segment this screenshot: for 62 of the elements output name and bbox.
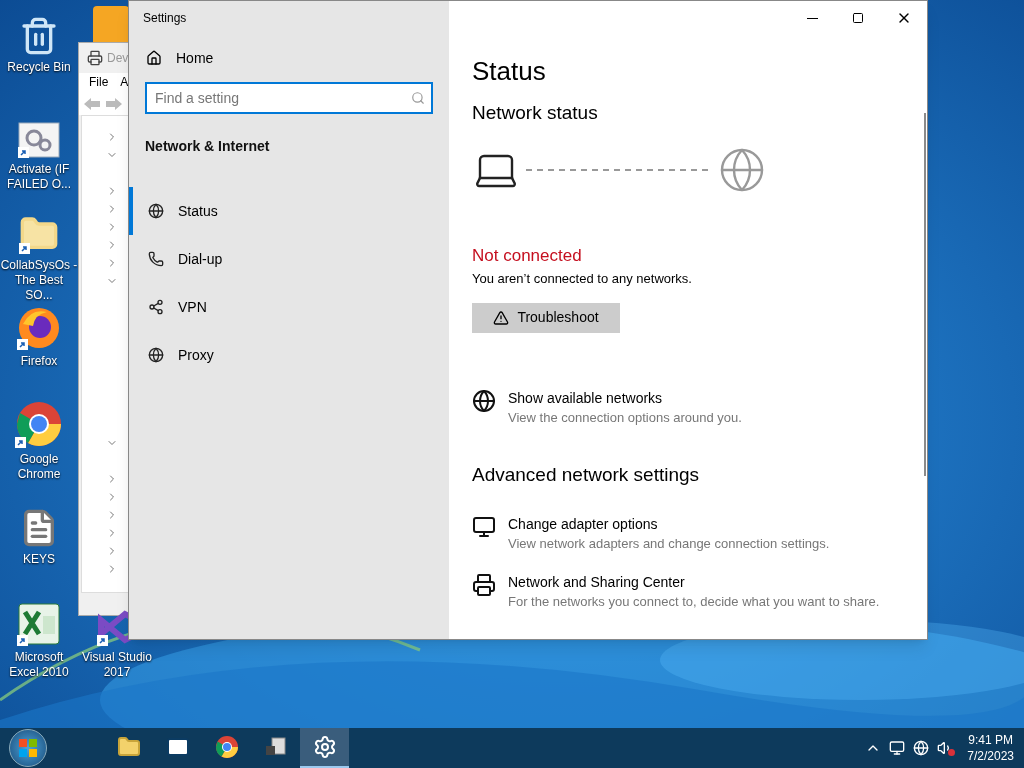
printer-icon	[472, 572, 496, 597]
chrome-icon	[214, 735, 239, 759]
globe-icon	[718, 146, 766, 194]
page-title: Status	[472, 55, 547, 87]
search-icon	[411, 91, 425, 105]
phone-icon	[148, 251, 164, 267]
desktop-icon-label[interactable]: Visual Studio 2017	[78, 650, 156, 680]
home-icon	[146, 50, 162, 66]
window-title: Settings	[142, 10, 188, 27]
globe-icon	[472, 388, 496, 413]
start-button[interactable]	[9, 729, 47, 767]
nav-item[interactable]: Dial-up	[129, 235, 449, 283]
settings-link[interactable]: Show available networks	[508, 388, 742, 408]
globe-icon	[148, 203, 164, 219]
mail-icon	[165, 735, 190, 759]
desktop-icon-label[interactable]: CollabSysOs - The Best SO...	[0, 258, 78, 303]
connection-description: You aren’t connected to any networks.	[472, 270, 693, 288]
clock-time[interactable]: 9:41 PM	[968, 732, 1013, 748]
warning-icon	[493, 309, 510, 326]
scrollbar[interactable]	[924, 113, 926, 476]
monitor-icon	[472, 514, 496, 539]
nav-item[interactable]: Proxy	[129, 331, 449, 379]
desktop-icon-label[interactable]: Microsoft Excel 2010	[0, 650, 78, 680]
window-title: Dev	[107, 50, 129, 67]
connection-state: Not connected	[472, 245, 583, 267]
muted-speaker-icon[interactable]	[937, 740, 954, 756]
nav-item[interactable]: VPN	[129, 283, 449, 331]
menu-item[interactable]: File	[89, 73, 109, 93]
globe-icon	[148, 347, 164, 363]
link-nodes-icon	[148, 299, 164, 315]
nav-item[interactable]: Status	[129, 187, 449, 235]
desktop-icon-label[interactable]: Activate (IF FAILED O...	[0, 162, 78, 192]
search-field[interactable]: Find a setting	[145, 82, 433, 114]
forward-arrow-icon[interactable]	[105, 97, 123, 111]
network-icon[interactable]	[913, 740, 930, 756]
link-description: For the networks you connect to, decide what you want to share.	[508, 592, 880, 611]
menu-item[interactable]: A	[120, 73, 129, 93]
gears-icon	[18, 122, 60, 158]
desktop-icon-label[interactable]: Recycle Bin	[7, 60, 71, 75]
settings-link[interactable]: Change adapter options	[508, 514, 830, 534]
back-arrow-icon[interactable]	[83, 97, 101, 111]
settings-icon	[312, 735, 337, 759]
desktop-icon-label[interactable]: Firefox	[20, 354, 58, 369]
section-heading: Network status	[472, 101, 599, 125]
clock-date[interactable]: 7/2/2023	[967, 748, 1014, 764]
link-description: View the connection options around you.	[508, 408, 742, 427]
folder-icon	[116, 735, 141, 759]
spreadsheet-icon	[17, 602, 61, 646]
section-heading: Advanced network settings	[472, 462, 701, 487]
desktop-icon-label[interactable]: Google Chrome	[0, 452, 78, 482]
minimize-icon	[806, 17, 818, 19]
section-heading: Network & Internet	[144, 137, 271, 156]
firefox-icon	[17, 306, 61, 350]
settings-link[interactable]: Network and Sharing Center	[508, 572, 880, 592]
link-description: View network adapters and change connection settings.	[508, 534, 830, 553]
taskbar-app[interactable]	[300, 728, 349, 768]
windows-logo-icon	[18, 738, 38, 758]
desktop-icon-label[interactable]: KEYS	[23, 552, 55, 567]
maximize-icon	[852, 12, 864, 24]
home-link[interactable]: Home	[129, 35, 449, 81]
troubleshoot-button[interactable]: Troubleshoot	[472, 302, 620, 333]
chrome-icon	[15, 400, 63, 448]
